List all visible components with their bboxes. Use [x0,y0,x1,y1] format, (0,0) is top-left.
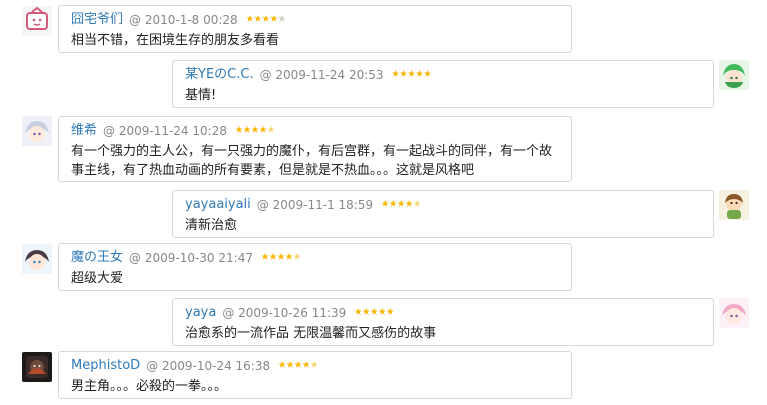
rating-stars: ★ ★ ★ ★ ★ [260,252,302,263]
cartoon-kid-icon [719,190,749,220]
avatar[interactable] [22,116,52,146]
comment-item: yayaaiyali @ 2009-11-1 18:59 ★ ★ ★ ★ ★ 清新治愈 [0,186,767,242]
comment-meta: 囧宅爷们 @ 2010-1-8 00:28 ★ ★ ★ ★ ★ [71,12,561,28]
username-link[interactable]: 囧宅爷们 [71,12,123,28]
comment-bubble: yaya @ 2009-10-26 11:39 ★ ★ ★ ★ ★ 治愈系的一流作品 无… [172,298,714,346]
comment-item: 某YEのC.C. @ 2009-11-24 20:53 ★ ★ ★ ★ ★ 基情! [0,56,767,116]
comments-panel: 囧宅爷们 @ 2010-1-8 00:28 ★ ★ ★ ★ ★ 相当不错，在困境生存的朋… [0,0,767,405]
star-icon: ★ [378,307,387,318]
rating-stars: ★ ★ ★ ★ ★ [354,307,395,318]
avatar[interactable] [719,60,749,90]
username-link[interactable]: yayaaiyali [185,197,251,213]
rating-stars: ★ ★ ★ ★ ★ [381,199,422,210]
comment-bubble: 某YEのC.C. @ 2009-11-24 20:53 ★ ★ ★ ★ ★ 基情! [172,60,714,108]
comment-text: 治愈系的一流作品 无限温馨而又感伤的故事 [185,326,437,341]
star-icon: ★ [261,14,270,25]
star-icon: ★ [294,360,303,371]
star-icon: ★ [407,69,416,80]
star-icon: ★ [253,14,262,25]
comment-date: @ 2009-11-24 20:53 [259,68,384,82]
comment-date: @ 2010-1-8 00:28 [129,13,238,27]
star-icon: ★ [413,199,422,210]
star-icon: ★ [370,307,379,318]
star-icon: ★ [399,69,408,80]
comment-meta: yaya @ 2009-10-26 11:39 ★ ★ ★ ★ ★ [185,305,703,321]
star-icon: ★ [405,199,414,210]
rating-stars: ★ ★ ★ ★ ★ [245,14,286,25]
star-icon: ★ [292,252,302,263]
star-icon: ★ [386,307,395,318]
comment-date: @ 2009-10-26 11:39 [222,306,347,320]
star-icon: ★ [278,360,287,371]
comment-bubble: 魔の王女 @ 2009-10-30 21:47 ★ ★ ★ ★ ★ 超级大爱 [58,243,572,291]
comment-date: @ 2009-11-1 18:59 [256,198,374,212]
star-icon: ★ [276,252,286,263]
silver-hair-anime-icon [22,116,52,146]
pink-hair-anime-icon [719,298,749,328]
star-icon: ★ [269,14,278,25]
avatar[interactable] [22,244,52,274]
star-icon: ★ [310,360,319,371]
dark-character-icon [22,352,52,382]
comment-date: @ 2009-10-30 21:47 [129,251,253,265]
comment-date: @ 2009-11-24 10:28 [103,124,227,138]
username-link[interactable]: 维希 [71,123,97,139]
comment-item: 囧宅爷们 @ 2010-1-8 00:28 ★ ★ ★ ★ ★ 相当不错，在困境生存的朋… [0,0,767,60]
comment-text: 基情! [185,88,217,103]
username-link[interactable]: 某YEのC.C. [185,67,254,83]
star-icon: ★ [277,14,286,25]
tv-face-icon [22,6,52,36]
star-icon: ★ [423,69,432,80]
star-icon: ★ [284,252,294,263]
avatar[interactable] [719,298,749,328]
comment-text: 男主角。。。必殺的一拳。。。 [71,379,228,394]
star-icon: ★ [362,307,371,318]
username-link[interactable]: yaya [185,305,216,321]
comment-text: 清新治愈 [185,218,238,233]
star-icon: ★ [250,125,260,136]
comment-bubble: MephistoD @ 2009-10-24 16:38 ★ ★ ★ ★ ★ 男主角。。… [58,351,572,399]
star-icon: ★ [397,199,406,210]
username-link[interactable]: MephistoD [71,358,140,374]
comment-item: yaya @ 2009-10-26 11:39 ★ ★ ★ ★ ★ 治愈系的一流作品 无… [0,294,767,350]
comment-bubble: yayaaiyali @ 2009-11-1 18:59 ★ ★ ★ ★ ★ 清新治愈 [172,190,714,238]
comment-date: @ 2009-10-24 16:38 [146,359,271,373]
comment-meta: 魔の王女 @ 2009-10-30 21:47 ★ ★ ★ ★ ★ [71,250,561,266]
comment-bubble: 囧宅爷们 @ 2010-1-8 00:28 ★ ★ ★ ★ ★ 相当不错，在困境生存的朋… [58,5,572,53]
star-icon: ★ [302,360,311,371]
avatar[interactable] [719,190,749,220]
rating-stars: ★ ★ ★ ★ ★ [234,125,276,136]
star-icon: ★ [245,14,254,25]
star-icon: ★ [354,307,363,318]
star-icon: ★ [286,360,295,371]
comment-item: 魔の王女 @ 2009-10-30 21:47 ★ ★ ★ ★ ★ 超级大爱 [0,238,767,298]
star-icon: ★ [391,69,400,80]
star-icon: ★ [381,199,390,210]
comment-text: 超级大爱 [71,271,124,286]
comment-item: MephistoD @ 2009-10-24 16:38 ★ ★ ★ ★ ★ 男主角。。… [0,346,767,405]
comment-meta: yayaaiyali @ 2009-11-1 18:59 ★ ★ ★ ★ ★ [185,197,703,213]
star-icon: ★ [234,125,244,136]
username-link[interactable]: 魔の王女 [71,250,123,266]
comment-text: 有一个强力的主人公，有一只强力的魔仆，有后宫群，有一起战斗的同伴，有一个故 事主… [71,144,553,178]
rating-stars: ★ ★ ★ ★ ★ [278,360,319,371]
comment-bubble: 维希 @ 2009-11-24 10:28 ★ ★ ★ ★ ★ 有一个强力的主人公，有一… [58,116,572,182]
comment-meta: 某YEのC.C. @ 2009-11-24 20:53 ★ ★ ★ ★ ★ [185,67,703,83]
comment-item: 维希 @ 2009-11-24 10:28 ★ ★ ★ ★ ★ 有一个强力的主人公，有一… [0,112,767,186]
star-icon: ★ [389,199,398,210]
star-icon: ★ [260,252,270,263]
avatar[interactable] [22,352,52,382]
star-icon: ★ [258,125,268,136]
comment-text: 相当不错，在困境生存的朋友多看看 [71,33,280,48]
comment-meta: MephistoD @ 2009-10-24 16:38 ★ ★ ★ ★ ★ [71,358,561,374]
star-icon: ★ [415,69,424,80]
rating-stars: ★ ★ ★ ★ ★ [391,69,432,80]
dark-hair-anime-icon [22,244,52,274]
star-icon: ★ [268,252,278,263]
comment-meta: 维希 @ 2009-11-24 10:28 ★ ★ ★ ★ ★ [71,123,561,139]
green-hair-anime-icon [719,60,749,90]
star-icon: ★ [242,125,252,136]
avatar[interactable] [22,6,52,36]
star-icon: ★ [266,125,276,136]
